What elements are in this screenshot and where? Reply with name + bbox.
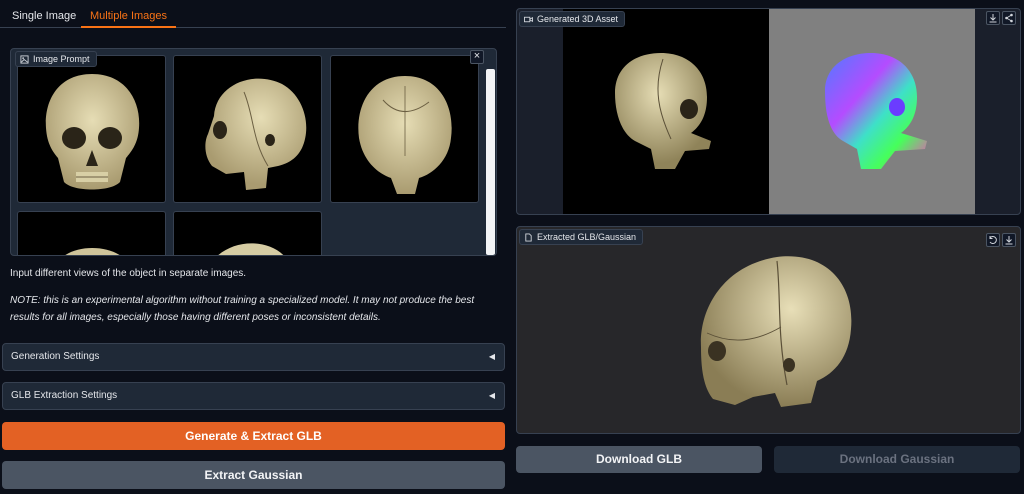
skull-back-image[interactable] xyxy=(330,55,479,203)
generated-3d-asset-panel: Generated 3D Asset xyxy=(516,8,1021,215)
glb-extraction-settings-accordion[interactable]: GLB Extraction Settings ◀ xyxy=(2,382,505,410)
generation-settings-accordion[interactable]: Generation Settings ◀ xyxy=(2,343,505,371)
image-prompt-label-text: Image Prompt xyxy=(33,54,90,64)
extracted-model-panel[interactable]: Extracted GLB/Gaussian xyxy=(516,226,1021,434)
instructions-text: Input different views of the object in s… xyxy=(10,268,247,279)
extracted-model-label-text: Extracted GLB/Gaussian xyxy=(537,232,637,242)
share-icon[interactable] xyxy=(1002,11,1016,25)
extract-gaussian-button[interactable]: Extract Gaussian xyxy=(2,461,505,489)
download-gaussian-button[interactable]: Download Gaussian xyxy=(774,446,1020,473)
tab-multiple-images[interactable]: Multiple Images xyxy=(81,6,177,28)
generated-3d-asset-label: Generated 3D Asset xyxy=(519,11,626,27)
collapse-arrow-icon: ◀ xyxy=(488,391,495,400)
extracted-model-label: Extracted GLB/Gaussian xyxy=(519,229,644,245)
note-text: NOTE: this is an experimental algorithm … xyxy=(10,295,475,323)
input-tabs: Single Image Multiple Images xyxy=(0,6,506,28)
close-icon[interactable]: × xyxy=(470,50,484,64)
generation-settings-label: Generation Settings xyxy=(11,351,100,362)
video-icon xyxy=(524,16,533,22)
rendered-normal-video[interactable] xyxy=(769,9,975,214)
image-prompt-gallery[interactable]: Image Prompt × xyxy=(10,48,497,256)
glb-extraction-settings-label: GLB Extraction Settings xyxy=(11,390,118,401)
image-prompt-label: Image Prompt xyxy=(15,51,97,67)
skull-side-image[interactable] xyxy=(173,55,322,203)
skull-front-image[interactable] xyxy=(17,55,166,203)
download-glb-button[interactable]: Download GLB xyxy=(516,446,762,473)
image-icon xyxy=(20,54,29,64)
download-icon[interactable] xyxy=(986,11,1000,25)
skull-3d-model[interactable] xyxy=(677,237,867,427)
generated-3d-asset-label-text: Generated 3D Asset xyxy=(537,14,619,24)
download-icon[interactable] xyxy=(1002,233,1016,247)
undo-icon[interactable] xyxy=(986,233,1000,247)
right-column: Generated 3D Asset Extracted GLB/Gaussia… xyxy=(512,0,1024,494)
file-icon xyxy=(525,232,532,242)
generate-extract-glb-button[interactable]: Generate & Extract GLB xyxy=(2,422,505,450)
left-column: Single Image Multiple Images Image Promp… xyxy=(0,0,510,494)
tab-single-image[interactable]: Single Image xyxy=(12,6,76,28)
rendered-color-video[interactable] xyxy=(563,9,769,214)
collapse-arrow-icon: ◀ xyxy=(488,352,495,361)
skull-angle-image[interactable] xyxy=(173,211,322,255)
gallery-scrollbar[interactable] xyxy=(486,69,495,255)
skull-top-image[interactable] xyxy=(17,211,166,255)
